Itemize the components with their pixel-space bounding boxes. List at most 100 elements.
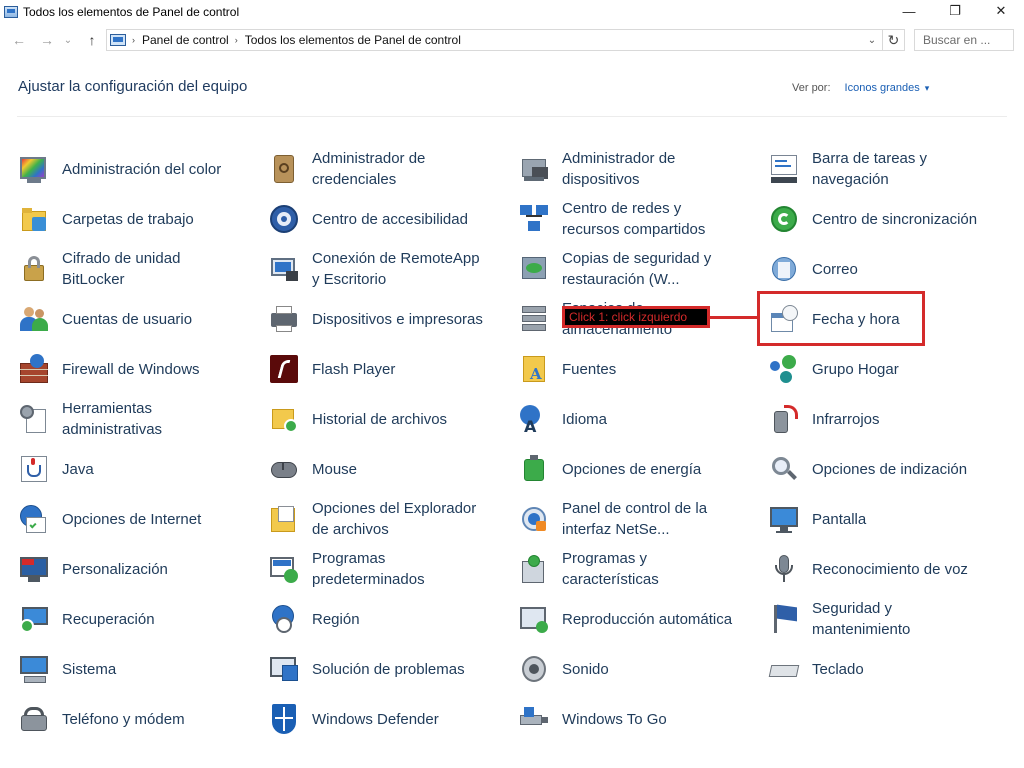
control-panel-item[interactable]: Flash Player bbox=[250, 346, 490, 392]
up-arrow-icon[interactable]: ↑ bbox=[82, 30, 102, 50]
control-panel-item-label: Windows To Go bbox=[562, 710, 667, 728]
chevron-right-icon: › bbox=[234, 35, 238, 45]
annotation-label: Click 1: click izquierdo bbox=[562, 306, 710, 328]
programs-features-icon bbox=[518, 553, 550, 585]
caret-down-icon[interactable]: ▾ bbox=[925, 83, 930, 94]
forward-arrow-icon[interactable]: → bbox=[37, 30, 57, 50]
back-arrow-icon[interactable]: ← bbox=[9, 30, 29, 50]
control-panel-item-label: Dispositivos e impresoras bbox=[312, 310, 483, 328]
control-panel-item[interactable]: Administrador de dispositivos bbox=[500, 146, 740, 192]
control-panel-item[interactable]: Centro de accesibilidad bbox=[250, 196, 490, 242]
address-bar[interactable]: › Panel de control › Todos los elementos… bbox=[106, 29, 905, 51]
chevron-right-icon: › bbox=[132, 35, 135, 45]
control-panel-icon bbox=[110, 34, 126, 46]
close-button[interactable]: ✕ bbox=[978, 0, 1024, 22]
control-panel-item-label: Centro de sincronización bbox=[812, 210, 978, 228]
refresh-icon[interactable]: ↻ bbox=[882, 30, 904, 50]
work-folders-icon bbox=[18, 203, 50, 235]
mouse-icon bbox=[268, 453, 300, 485]
control-panel-item[interactable]: Grupo Hogar bbox=[750, 346, 990, 392]
control-panel-item[interactable]: Windows Defender bbox=[250, 696, 490, 742]
control-panel-item[interactable]: Región bbox=[250, 596, 490, 642]
control-panel-item[interactable]: Copias de seguridad y restauración (W... bbox=[500, 246, 740, 292]
display-icon bbox=[768, 503, 800, 535]
sound-icon bbox=[518, 653, 550, 685]
control-panel-item[interactable]: Java bbox=[0, 446, 240, 492]
control-panel-item[interactable]: Correo bbox=[750, 246, 990, 292]
control-panel-item-label: Opciones de indización bbox=[812, 460, 968, 478]
minimize-button[interactable]: — bbox=[886, 0, 932, 22]
bitlocker-icon bbox=[18, 253, 50, 285]
control-panel-item[interactable]: Barra de tareas y navegación bbox=[750, 146, 990, 192]
control-panel-item-label: Conexión de RemoteApp y Escritorio bbox=[312, 250, 480, 288]
control-panel-item-label: Programas predeterminados bbox=[312, 550, 425, 588]
control-panel-item[interactable]: Personalización bbox=[0, 546, 240, 592]
remoteapp-icon bbox=[268, 253, 300, 285]
control-panel-item-label: Mouse bbox=[312, 460, 358, 478]
control-panel-item[interactable]: Teléfono y módem bbox=[0, 696, 240, 742]
control-panel-item-label: Administrador de credenciales bbox=[312, 150, 426, 188]
control-panel-item[interactable]: Programas y características bbox=[500, 546, 740, 592]
control-panel-item[interactable]: Reconocimiento de voz bbox=[750, 546, 990, 592]
control-panel-item[interactable]: Cifrado de unidad BitLocker bbox=[0, 246, 240, 292]
page-title: Ajustar la configuración del equipo bbox=[18, 78, 248, 95]
control-panel-item[interactable]: Carpetas de trabajo bbox=[0, 196, 240, 242]
control-panel-item-label: Herramientas administrativas bbox=[62, 400, 163, 438]
control-panel-item[interactable]: Panel de control de la interfaz NetSe... bbox=[500, 496, 740, 542]
control-panel-item[interactable]: A Idioma bbox=[500, 396, 740, 442]
control-panel-item[interactable]: Cuentas de usuario bbox=[0, 296, 240, 342]
control-panel-item[interactable]: Herramientas administrativas bbox=[0, 396, 240, 442]
control-panel-item[interactable]: Conexión de RemoteApp y Escritorio bbox=[250, 246, 490, 292]
control-panel-item-label: Cuentas de usuario bbox=[62, 310, 193, 328]
power-options-icon bbox=[518, 453, 550, 485]
control-panel-item[interactable]: Pantalla bbox=[750, 496, 990, 542]
control-panel-item[interactable]: Programas predeterminados bbox=[250, 546, 490, 592]
region-icon bbox=[268, 603, 300, 635]
control-panel-item[interactable]: Infrarrojos bbox=[750, 396, 990, 442]
control-panel-item-label: Reconocimiento de voz bbox=[812, 560, 968, 578]
control-panel-item[interactable]: Opciones del Explorador de archivos bbox=[250, 496, 490, 542]
control-panel-item[interactable]: Windows To Go bbox=[500, 696, 740, 742]
control-panel-item[interactable]: Centro de redes y recursos compartidos bbox=[500, 196, 740, 242]
control-panel-item[interactable]: Historial de archivos bbox=[250, 396, 490, 442]
title-bar: Todos los elementos de Panel de control … bbox=[0, 0, 1024, 24]
control-panel-item-label: Firewall de Windows bbox=[62, 360, 200, 378]
maximize-button[interactable]: ❐ bbox=[932, 0, 978, 22]
control-panel-item[interactable]: Teclado bbox=[750, 646, 990, 692]
chevron-down-icon[interactable]: ⌄ bbox=[864, 30, 880, 50]
control-panel-item[interactable]: Opciones de Internet bbox=[0, 496, 240, 542]
control-panel-item[interactable]: Administración del color bbox=[0, 146, 240, 192]
control-panel-item-label: Sonido bbox=[562, 660, 609, 678]
breadcrumb-all-items[interactable]: Todos los elementos de Panel de control bbox=[245, 33, 461, 47]
control-panel-item[interactable]: Seguridad y mantenimiento bbox=[750, 596, 990, 642]
control-panel-item[interactable]: Opciones de indización bbox=[750, 446, 990, 492]
control-panel-item[interactable]: Dispositivos e impresoras bbox=[250, 296, 490, 342]
breadcrumb-control-panel[interactable]: Panel de control bbox=[142, 33, 229, 47]
printer-icon bbox=[268, 303, 300, 335]
control-panel-item[interactable]: Recuperación bbox=[0, 596, 240, 642]
control-panel-item-label: Fuentes bbox=[562, 360, 617, 378]
admin-tools-icon bbox=[18, 403, 50, 435]
control-panel-item[interactable]: A Fuentes bbox=[500, 346, 740, 392]
control-panel-item-label: Administración del color bbox=[62, 160, 222, 178]
java-icon bbox=[18, 453, 50, 485]
control-panel-item[interactable]: Opciones de energía bbox=[500, 446, 740, 492]
control-panel-app-icon bbox=[4, 6, 18, 18]
control-panel-item[interactable]: Centro de sincronización bbox=[750, 196, 990, 242]
control-panel-item-label: Personalización bbox=[62, 560, 168, 578]
recent-locations-icon[interactable]: ⌄ bbox=[61, 30, 75, 50]
control-panel-item[interactable]: Solución de problemas bbox=[250, 646, 490, 692]
control-panel-item[interactable]: Reproducción automática bbox=[500, 596, 740, 642]
credential-manager-icon bbox=[268, 153, 300, 185]
mail-icon bbox=[768, 253, 800, 285]
control-panel-item-label: Programas y características bbox=[562, 550, 659, 588]
control-panel-item[interactable]: Mouse bbox=[250, 446, 490, 492]
view-by-dropdown[interactable]: Iconos grandes bbox=[845, 82, 920, 94]
control-panel-item[interactable]: Sistema bbox=[0, 646, 240, 692]
control-panel-item[interactable]: Firewall de Windows bbox=[0, 346, 240, 392]
control-panel-item[interactable]: Administrador de credenciales bbox=[250, 146, 490, 192]
control-panel-item[interactable]: Sonido bbox=[500, 646, 740, 692]
control-panel-item-label: Administrador de dispositivos bbox=[562, 150, 676, 188]
search-input[interactable]: Buscar en ... bbox=[914, 29, 1014, 51]
view-by: Ver por: Iconos grandes ▾ bbox=[792, 82, 929, 94]
